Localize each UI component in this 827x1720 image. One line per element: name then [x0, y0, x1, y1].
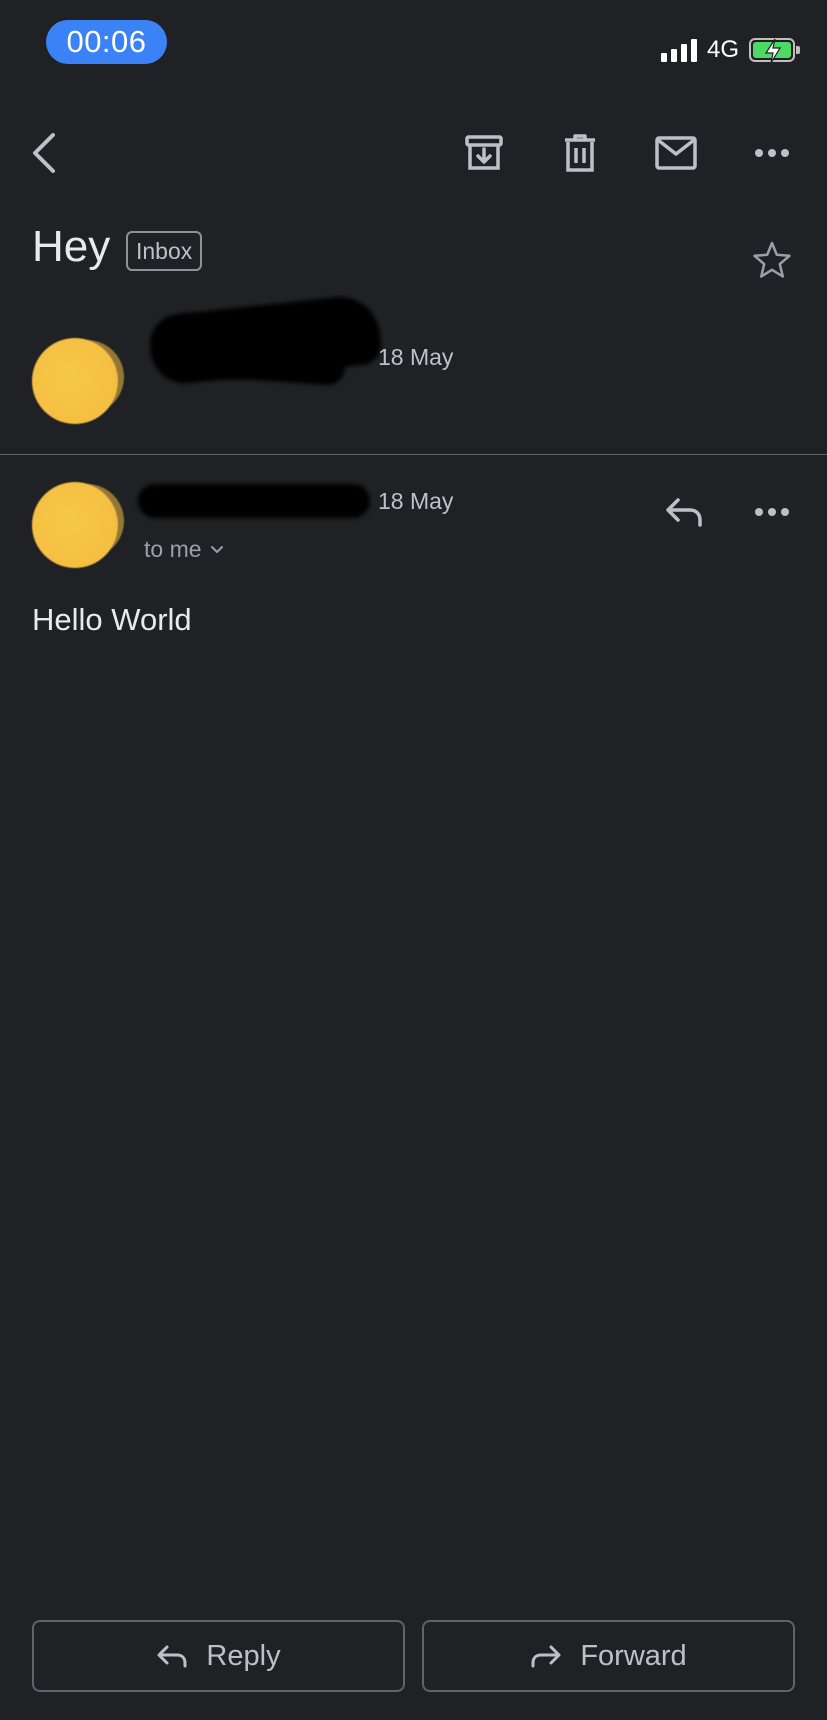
archive-icon[interactable]: [456, 125, 512, 181]
message-body: Hello World: [32, 602, 192, 637]
message-date: 18 May: [378, 488, 454, 514]
email-subject: Hey: [32, 222, 111, 271]
forward-button[interactable]: Forward: [422, 1620, 795, 1692]
forward-label: Forward: [580, 1639, 687, 1672]
back-icon[interactable]: [16, 125, 72, 181]
forward-icon: [531, 1645, 561, 1668]
divider: [0, 454, 827, 455]
message-date: 18 May: [378, 344, 454, 370]
inbox-label-badge[interactable]: Inbox: [126, 231, 203, 271]
battery-icon: [749, 38, 800, 64]
star-icon[interactable]: [748, 236, 796, 284]
trash-icon[interactable]: [552, 125, 608, 181]
chevron-down-icon: [210, 546, 223, 553]
reply-icon: [157, 1645, 187, 1668]
avatar: [32, 482, 118, 568]
recipient-label: to me: [144, 536, 202, 562]
status-time: 00:06: [46, 20, 167, 64]
more-icon[interactable]: [744, 484, 800, 540]
signal-icon: [660, 38, 697, 62]
network-type: 4G: [706, 36, 739, 63]
redacted-sender-name: [138, 484, 370, 518]
recipient-toggle[interactable]: to me: [144, 536, 224, 563]
reply-icon[interactable]: [656, 484, 712, 540]
more-icon[interactable]: [744, 125, 800, 181]
status-indicators: 4G: [660, 36, 800, 64]
avatar: [32, 338, 118, 424]
email-screen: 00:06 4G Hey Inbox 18 May 18 May to me H…: [0, 0, 827, 1720]
reply-label: Reply: [206, 1639, 281, 1672]
reply-button[interactable]: Reply: [32, 1620, 405, 1692]
mail-icon[interactable]: [648, 125, 704, 181]
